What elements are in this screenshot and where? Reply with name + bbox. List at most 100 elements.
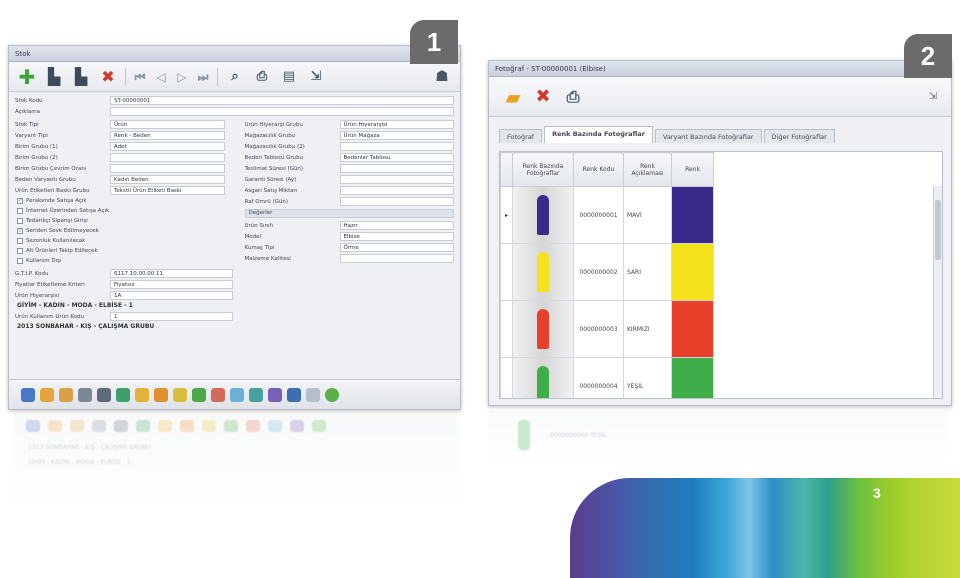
- option-checkbox[interactable]: Tedarikçi Siparişi Girişi: [9, 216, 231, 226]
- checkbox-icon[interactable]: [17, 248, 23, 254]
- color-swatch: [671, 300, 714, 358]
- form-field[interactable]: [110, 164, 225, 173]
- open-folder-icon[interactable]: ▰: [503, 87, 523, 107]
- hat-icon[interactable]: [230, 387, 244, 402]
- grid-icon[interactable]: [287, 387, 301, 402]
- form-field[interactable]: Adet: [110, 142, 225, 151]
- option-checkbox[interactable]: Alt Ürünleri Takip Edilecek: [9, 246, 231, 256]
- first-record-icon[interactable]: ⏮: [133, 67, 147, 87]
- tab-photo[interactable]: Fotoğraf: [499, 129, 543, 143]
- form-field[interactable]: Hazır: [339, 221, 454, 230]
- last-record-icon[interactable]: ⏭: [196, 67, 210, 87]
- page-icon[interactable]: [306, 387, 320, 402]
- option-checkbox[interactable]: ✓ Seriden Sevk Edilmeyecek: [9, 226, 231, 236]
- photo-cell[interactable]: [512, 357, 574, 398]
- column-header[interactable]: Renk Açıklaması: [623, 152, 672, 187]
- truck-icon[interactable]: [211, 387, 225, 402]
- form-field[interactable]: Ürün Hiyerarşisi: [339, 120, 454, 129]
- list-icon: [92, 420, 106, 432]
- checkbox-icon[interactable]: [17, 208, 23, 214]
- save-icon[interactable]: ▙: [44, 67, 64, 87]
- form-field[interactable]: Bedenler Tablosu: [339, 153, 454, 162]
- table-row[interactable]: 0000000002 SARI: [500, 243, 714, 301]
- table-row[interactable]: 0000000004 YEŞİL: [500, 357, 714, 398]
- print-icon[interactable]: ⎙: [252, 67, 272, 87]
- save-as-icon[interactable]: ▙: [71, 67, 91, 87]
- form-field[interactable]: [339, 186, 454, 195]
- option-checkbox[interactable]: İnternet Üzerinden Satışa Açık: [9, 206, 231, 216]
- field-label: Beden Varyantı Grubu: [15, 176, 76, 183]
- form-field[interactable]: Renk - Beden: [110, 131, 225, 140]
- photo-cell[interactable]: [512, 300, 574, 358]
- delete-icon[interactable]: ✖: [533, 87, 553, 107]
- checkbox-icon[interactable]: [17, 238, 23, 244]
- coin-icon[interactable]: [135, 387, 149, 402]
- tree-icon[interactable]: [192, 387, 206, 402]
- triangle-icon[interactable]: [173, 387, 187, 402]
- form-field[interactable]: 6117.10.00.00.11: [110, 269, 233, 278]
- form-field[interactable]: Kadın Beden: [110, 175, 225, 184]
- table-row[interactable]: ▸ 0000000001 MAVİ: [500, 186, 714, 244]
- color-code-cell: 0000000004: [573, 357, 624, 398]
- delete-icon[interactable]: ✖: [98, 67, 118, 87]
- form-field[interactable]: Tekstil Ürün Etiketi Baskı: [110, 186, 225, 195]
- form-field[interactable]: Ürün: [110, 120, 225, 129]
- column-header[interactable]: Renk Bazında Fotoğraflar: [512, 152, 574, 187]
- user-icon[interactable]: ☗: [432, 67, 452, 87]
- tab-color-photos[interactable]: Renk Bazında Fotoğraflar: [544, 126, 653, 143]
- stock-code-field[interactable]: ST-00000001: [110, 96, 454, 105]
- tag-icon[interactable]: [59, 387, 73, 402]
- description-field[interactable]: [110, 107, 454, 116]
- checkbox-icon[interactable]: [17, 258, 23, 264]
- form-field[interactable]: Örme: [339, 243, 454, 252]
- form-field[interactable]: [339, 175, 454, 184]
- photo-cell[interactable]: [512, 243, 574, 301]
- checkbox-icon[interactable]: ✓: [17, 198, 23, 204]
- tab-other-photos[interactable]: Diğer Fotoğraflar: [763, 129, 835, 143]
- option-checkbox[interactable]: Kullanım Dışı: [9, 256, 231, 266]
- field-label: Stok Tipi: [15, 121, 39, 128]
- form-field[interactable]: Fiyatsız: [110, 280, 233, 289]
- cloud-icon[interactable]: [249, 387, 263, 402]
- scrollbar-thumb[interactable]: [935, 200, 941, 260]
- form-field[interactable]: Elbise: [339, 232, 454, 241]
- form-field[interactable]: [339, 142, 454, 151]
- table-row[interactable]: 0000000003 KIRMIZI: [500, 300, 714, 358]
- form-field[interactable]: [339, 197, 454, 206]
- photo-cell[interactable]: [512, 186, 574, 244]
- binoculars-icon[interactable]: ⌕: [225, 67, 245, 87]
- add-icon[interactable]: ✚: [17, 67, 37, 87]
- warning-icon[interactable]: [154, 387, 168, 402]
- column-header[interactable]: Renk Kodu: [573, 152, 624, 187]
- form-field[interactable]: Ürün Mağaza: [339, 131, 454, 140]
- option-checkbox[interactable]: ✓ Perakende Satışa Açık: [9, 196, 231, 206]
- next-record-icon[interactable]: ▷: [175, 67, 189, 87]
- folder-icon[interactable]: [21, 387, 35, 402]
- tab-variant-photos[interactable]: Varyant Bazında Fotoğraflar: [654, 129, 762, 143]
- previous-record-icon[interactable]: ◁: [154, 67, 168, 87]
- form-field[interactable]: 1: [110, 312, 233, 321]
- dress-photo: [513, 301, 573, 357]
- document-icon[interactable]: ▤: [279, 67, 299, 87]
- row-selected-marker: ▸: [500, 186, 513, 244]
- grid-scrollbar[interactable]: [933, 186, 942, 398]
- print-icon[interactable]: ⎙: [563, 87, 583, 107]
- chart-icon[interactable]: [97, 387, 111, 402]
- export-icon[interactable]: ⇲: [929, 91, 937, 102]
- people-icon[interactable]: [116, 387, 130, 402]
- report-icon[interactable]: [268, 387, 282, 402]
- column-header[interactable]: Renk: [671, 152, 714, 187]
- screenshot-stage: Stok – □ × ✚ ▙ ▙ ✖ ⏮ ◁ ▷ ⏭ ⌕ ⎙ ▤ ⇲ ☗: [0, 0, 960, 578]
- box-icon[interactable]: [40, 387, 54, 402]
- photo-window-title: Fotoğraf - ST-00000001 (Elbise): [495, 64, 606, 73]
- globe-icon[interactable]: [325, 387, 339, 402]
- checkbox-icon[interactable]: ✓: [17, 228, 23, 234]
- form-field[interactable]: [110, 153, 225, 162]
- list-icon[interactable]: [78, 387, 92, 402]
- checkbox-icon[interactable]: [17, 218, 23, 224]
- option-checkbox[interactable]: Sezonluk Kullanılacak: [9, 236, 231, 246]
- export-icon[interactable]: ⇲: [306, 67, 326, 87]
- form-field[interactable]: 1A: [110, 291, 233, 300]
- form-field[interactable]: [339, 164, 454, 173]
- form-field[interactable]: [339, 254, 454, 263]
